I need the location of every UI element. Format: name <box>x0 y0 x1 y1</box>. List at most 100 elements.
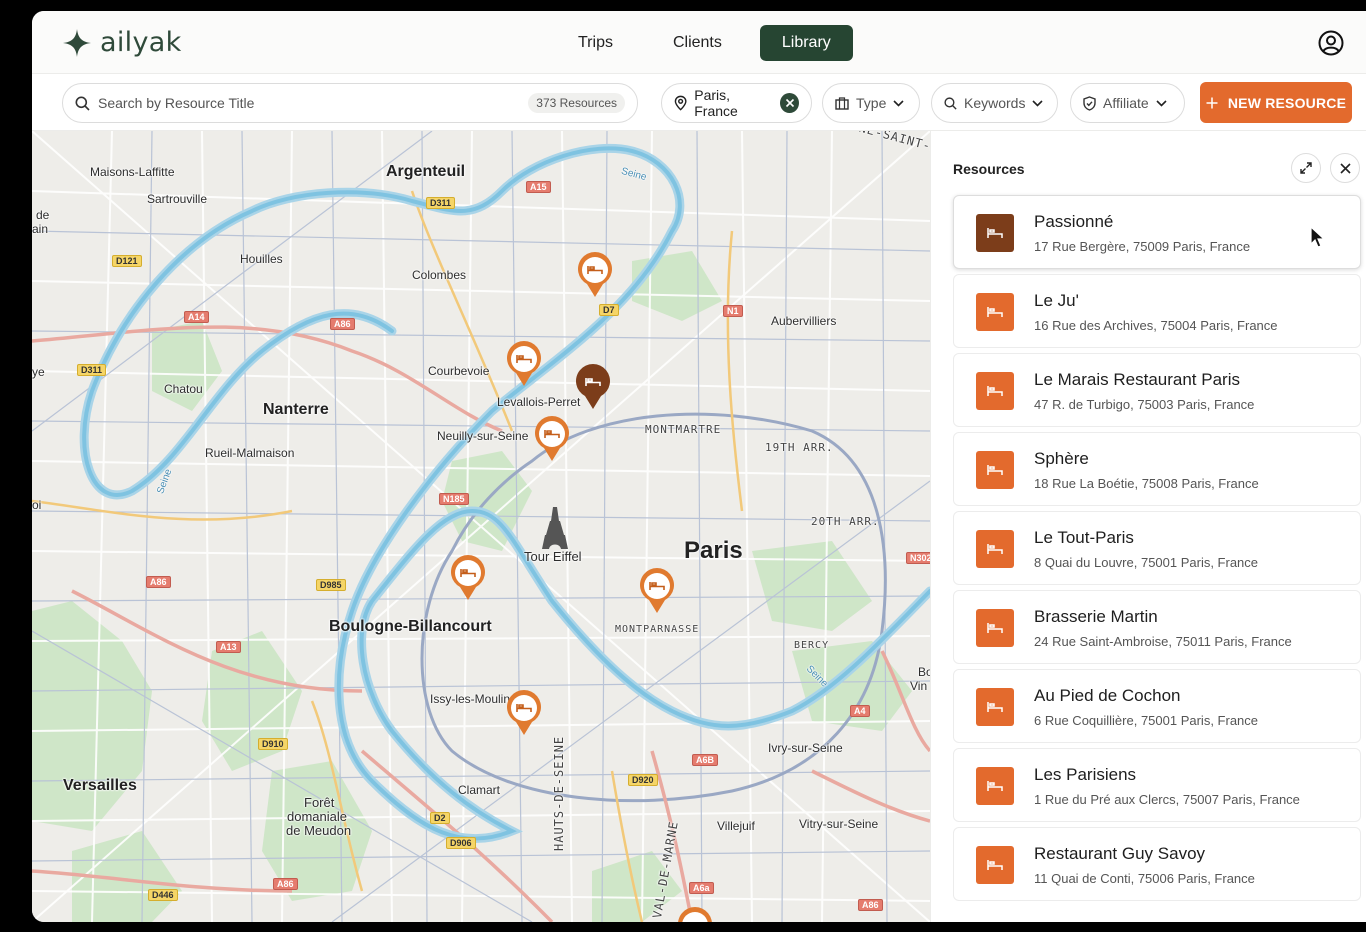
search-icon <box>944 96 957 110</box>
new-resource-label: NEW RESOURCE <box>1227 94 1347 111</box>
map-label-versailles: Versailles <box>63 777 137 794</box>
expand-panel-button[interactable] <box>1291 153 1321 183</box>
resource-card[interactable]: Brasserie Martin 24 Rue Saint-Ambroise, … <box>953 590 1361 664</box>
expand-icon <box>1300 162 1312 174</box>
resource-address: 17 Rue Bergère, 75009 Paris, France <box>1034 239 1251 254</box>
map-pin-bed-icon[interactable] <box>576 251 614 299</box>
map-label-19th: 19TH ARR. <box>765 441 834 454</box>
road-shield-a86: A86 <box>330 318 355 330</box>
chevron-down-icon <box>893 99 904 107</box>
map-label-eiffel: Tour Eiffel <box>524 549 582 564</box>
location-filter[interactable]: Paris, France <box>661 83 812 123</box>
road-shield-d446: D446 <box>148 889 178 901</box>
shield-check-icon <box>1083 95 1096 111</box>
bed-icon <box>976 688 1014 726</box>
bed-icon <box>976 609 1014 647</box>
map-label-boulogne: Boulogne-Billancourt <box>329 618 492 635</box>
search-box[interactable]: 373 Resources <box>62 83 638 123</box>
resources-panel: Resources Passionné 17 Rue Bergère, 7500… <box>930 131 1366 922</box>
mouse-cursor-icon <box>1310 226 1326 248</box>
user-profile-icon[interactable] <box>1318 30 1344 56</box>
resource-address: 24 Rue Saint-Ambroise, 75011 Paris, Fran… <box>1034 634 1292 649</box>
resource-card[interactable]: Au Pied de Cochon 6 Rue Coquillière, 750… <box>953 669 1361 743</box>
resource-card[interactable]: Les Parisiens 1 Rue du Pré aux Clercs, 7… <box>953 748 1361 822</box>
keywords-filter-label: Keywords <box>964 95 1026 111</box>
road-shield-d2: D2 <box>430 812 450 824</box>
map-pin-bed-icon[interactable] <box>638 567 676 615</box>
map-label-edge-vin: Vin <box>910 679 928 693</box>
type-filter[interactable]: Type <box>822 83 920 123</box>
map-label-edge-de: de <box>36 208 50 222</box>
building-icon <box>835 96 849 110</box>
resource-card[interactable]: Le Marais Restaurant Paris 47 R. de Turb… <box>953 353 1361 427</box>
keywords-filter[interactable]: Keywords <box>931 83 1058 123</box>
resource-card[interactable]: Le Ju' 16 Rue des Archives, 75004 Paris,… <box>953 274 1361 348</box>
chevron-down-icon <box>1156 99 1167 107</box>
road-shield-a86: A86 <box>858 899 883 911</box>
resource-name: Passionné <box>1034 212 1114 231</box>
resource-name: Les Parisiens <box>1034 765 1137 784</box>
resource-card[interactable]: Restaurant Guy Savoy 11 Quai de Conti, 7… <box>953 827 1361 901</box>
resource-address: 8 Quai du Louvre, 75001 Paris, France <box>1034 555 1259 570</box>
nav-library[interactable]: Library <box>759 25 853 61</box>
bed-icon <box>976 372 1014 410</box>
close-panel-button[interactable] <box>1330 153 1360 183</box>
map-label-levallois: Levallois-Perret <box>497 395 581 409</box>
map-view[interactable]: Argenteuil Maisons-Laffitte Sartrouville… <box>32 131 930 922</box>
map-label-montparnasse: MONTPARNASSE <box>615 624 700 635</box>
top-header: ailyak Trips Clients Library <box>32 11 1366 74</box>
bed-icon <box>976 767 1014 805</box>
road-shield-d910: D910 <box>258 738 288 750</box>
map-label-hauts-de-seine: HAUTS-DE-SEINE <box>552 735 566 851</box>
resource-name: Sphère <box>1034 449 1089 468</box>
app-window: ailyak Trips Clients Library 373 Resourc… <box>32 11 1366 922</box>
nav-trips[interactable]: Trips <box>556 25 635 61</box>
road-shield-a14: A14 <box>184 311 209 323</box>
map-label-aubervilliers: Aubervilliers <box>771 314 837 328</box>
road-shield-d7: D7 <box>599 304 619 316</box>
new-resource-button[interactable]: NEW RESOURCE <box>1200 82 1352 123</box>
map-label-bercy: BERCY <box>794 640 830 651</box>
resource-card[interactable]: Passionné 17 Rue Bergère, 75009 Paris, F… <box>953 195 1361 269</box>
bed-icon <box>976 214 1014 252</box>
resource-name: Brasserie Martin <box>1034 607 1158 626</box>
eiffel-tower-icon <box>542 501 568 549</box>
map-label-villejuif: Villejuif <box>717 819 755 833</box>
clear-location-button[interactable] <box>780 93 799 113</box>
map-pin-bed-icon[interactable] <box>505 689 543 737</box>
road-shield-d920: D920 <box>628 774 658 786</box>
logo[interactable]: ailyak <box>62 27 182 58</box>
main-nav: Trips Clients Library <box>556 25 869 61</box>
road-shield-d985: D985 <box>316 579 346 591</box>
resource-address: 1 Rue du Pré aux Clercs, 75007 Paris, Fr… <box>1034 792 1300 807</box>
map-pin-bed-icon[interactable] <box>676 906 714 922</box>
bed-icon <box>976 846 1014 884</box>
map-pin-bed-icon[interactable] <box>505 340 543 388</box>
nav-clients[interactable]: Clients <box>651 25 744 61</box>
map-label-edge-oi: oi <box>32 498 42 512</box>
map-label-colombes: Colombes <box>412 268 467 282</box>
affiliate-filter[interactable]: Affiliate <box>1070 83 1185 123</box>
road-shield-n1: N1 <box>723 305 743 317</box>
map-label-courbevoie: Courbevoie <box>428 364 490 378</box>
logo-text: ailyak <box>100 27 182 58</box>
map-label-neuilly: Neuilly-sur-Seine <box>437 429 529 443</box>
map-pin-selected-bed-icon[interactable] <box>574 363 612 411</box>
search-input[interactable] <box>98 95 529 111</box>
map-label-clamart: Clamart <box>458 783 501 797</box>
map-label-edge-ain: ain <box>32 222 49 236</box>
type-filter-label: Type <box>856 95 887 111</box>
road-shield-a4: A4 <box>850 705 870 717</box>
location-filter-label: Paris, France <box>694 87 738 119</box>
road-shield-n302: N302 <box>906 552 930 564</box>
map-label-edge-bo: Bo <box>918 665 930 679</box>
resource-card[interactable]: Le Tout-Paris 8 Quai du Louvre, 75001 Pa… <box>953 511 1361 585</box>
chevron-down-icon <box>1032 99 1044 107</box>
map-label-foret-3: de Meudon <box>286 823 352 838</box>
resource-card[interactable]: Sphère 18 Rue La Boétie, 75008 Paris, Fr… <box>953 432 1361 506</box>
map-pin-bed-icon[interactable] <box>533 415 571 463</box>
road-shield-n185: N185 <box>439 493 469 505</box>
map-pin-bed-icon[interactable] <box>449 554 487 602</box>
resource-name: Le Ju' <box>1034 291 1079 310</box>
resource-address: 11 Quai de Conti, 75006 Paris, France <box>1034 871 1255 886</box>
